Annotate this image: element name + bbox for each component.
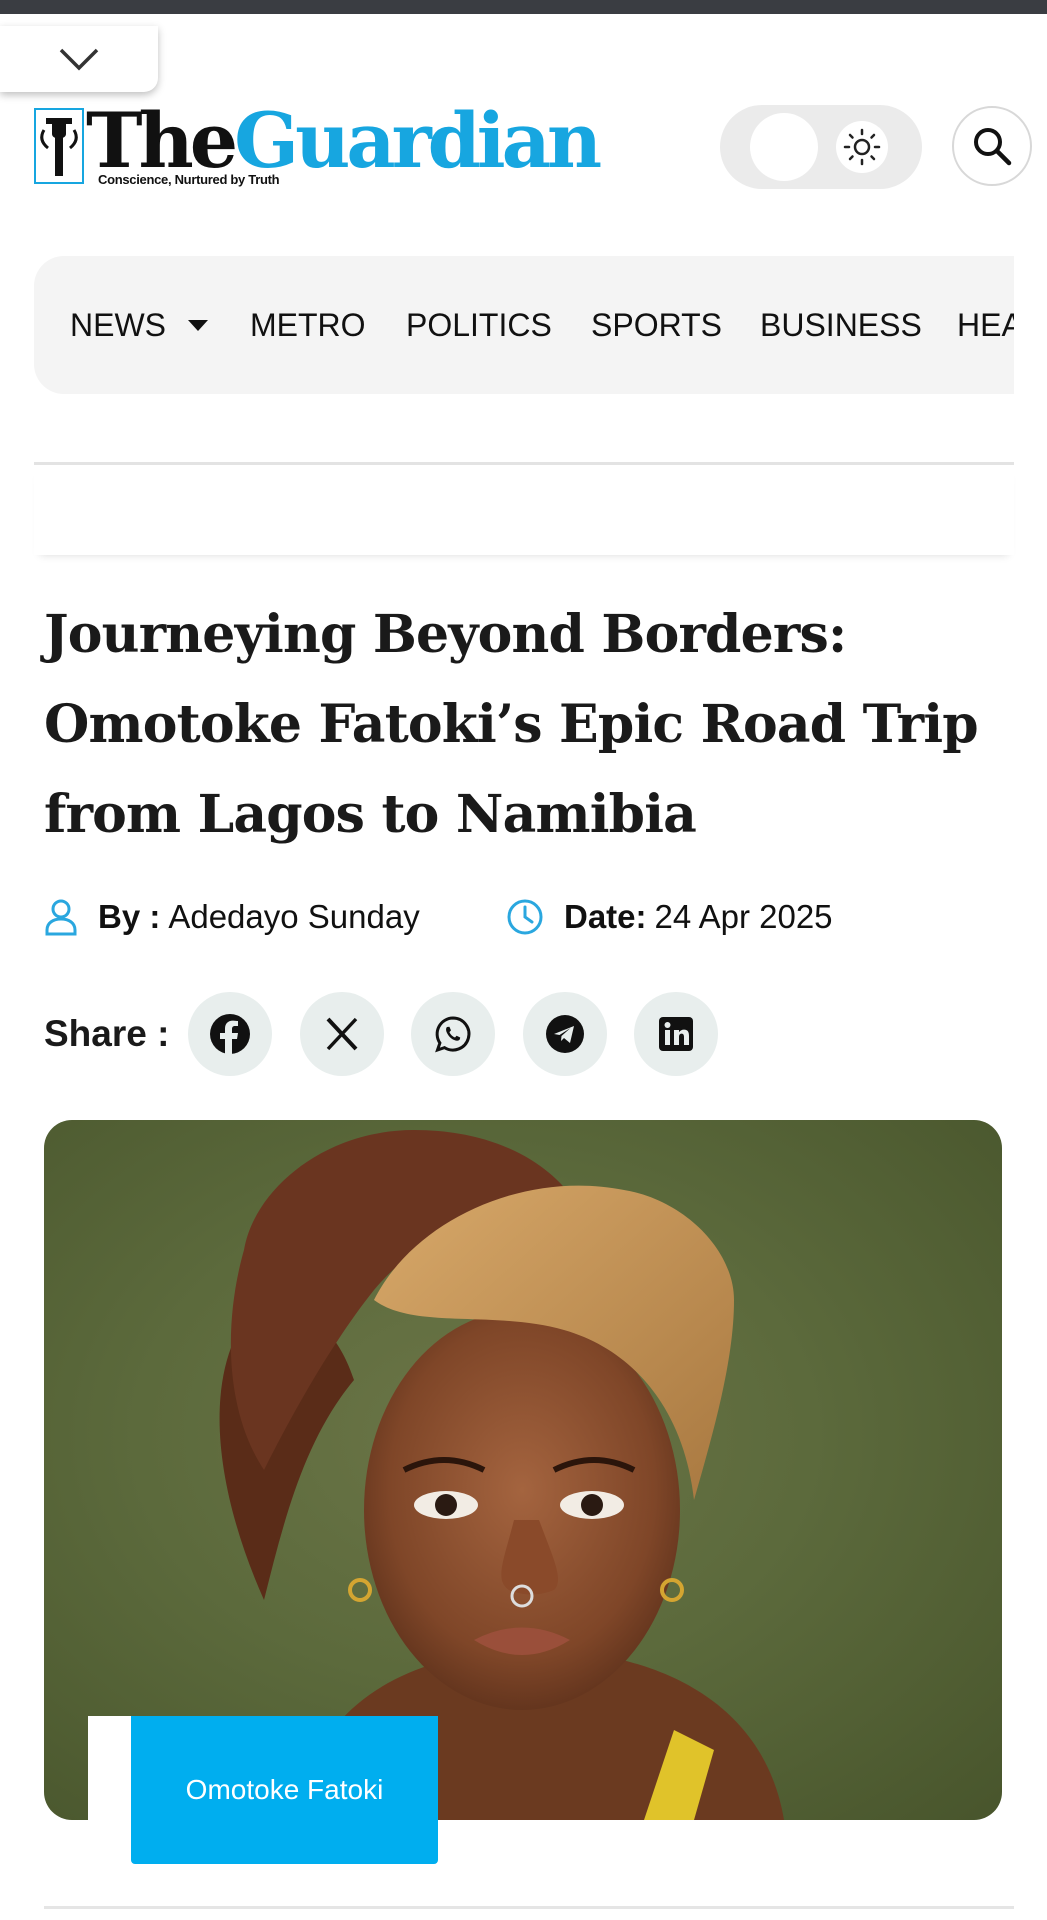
- toggle-knob: [750, 113, 818, 181]
- ad-placeholder: [34, 465, 1014, 555]
- share-x-button[interactable]: [300, 992, 384, 1076]
- site-logo[interactable]: TheGuardian Conscience, Nurtured by Trut…: [34, 96, 602, 192]
- nav-item-label: BUSINESS: [760, 306, 922, 343]
- share-bar: Share :: [44, 992, 944, 1076]
- nav-item-health[interactable]: HEA: [957, 256, 1014, 394]
- nav-item-label: NEWS: [70, 306, 166, 343]
- nav-item-sports[interactable]: SPORTS: [591, 256, 722, 394]
- main-nav: NEWS METRO POLITICS SPORTS BUSINESS HEA: [34, 256, 1014, 394]
- content-divider: [44, 1906, 1014, 1909]
- logo-guardian: Guardian: [234, 96, 602, 185]
- byline-label: By :: [98, 898, 161, 935]
- share-facebook-button[interactable]: [188, 992, 272, 1076]
- sun-icon: [836, 121, 888, 173]
- chevron-down-icon: [59, 48, 99, 71]
- x-icon: [326, 1017, 358, 1051]
- whatsapp-icon: [435, 1016, 471, 1053]
- date-label: Date:: [564, 898, 647, 935]
- nav-item-label: HEA: [957, 306, 1014, 343]
- nav-item-business[interactable]: BUSINESS: [760, 256, 922, 394]
- byline: By : Adedayo Sunday: [44, 890, 420, 944]
- author-name[interactable]: Adedayo Sunday: [168, 898, 419, 936]
- guardian-emblem-icon: [34, 108, 84, 184]
- date-value: 24 Apr 2025: [654, 898, 833, 935]
- logo-tagline: Conscience, Nurtured by Truth: [98, 172, 280, 187]
- article-meta: By : Adedayo Sunday Date: 24 Apr 2025: [44, 890, 1004, 944]
- theme-toggle[interactable]: [720, 105, 922, 189]
- nav-item-metro[interactable]: METRO: [250, 256, 366, 394]
- nav-item-politics[interactable]: POLITICS: [406, 256, 552, 394]
- share-telegram-button[interactable]: [523, 992, 607, 1076]
- nav-item-label: METRO: [250, 306, 366, 343]
- nav-item-label: POLITICS: [406, 306, 552, 343]
- collapse-header-button[interactable]: [0, 26, 158, 92]
- article-title: Journeying Beyond Borders: Omotoke Fatok…: [44, 604, 979, 845]
- user-icon: [45, 899, 77, 936]
- portrait-illustration: [219, 1130, 784, 1820]
- search-icon: [974, 128, 1012, 166]
- facebook-icon: [210, 1014, 250, 1054]
- publish-date: Date: 24 Apr 2025: [506, 890, 833, 944]
- linkedin-icon: [659, 1017, 693, 1051]
- search-button[interactable]: [952, 106, 1032, 186]
- caption-backing: [88, 1716, 132, 1820]
- clock-icon: [507, 899, 543, 935]
- share-label: Share :: [44, 1013, 170, 1054]
- nav-item-label: SPORTS: [591, 306, 722, 343]
- image-caption: Omotoke Fatoki: [131, 1716, 438, 1864]
- nav-item-news[interactable]: NEWS: [70, 256, 210, 394]
- share-linkedin-button[interactable]: [634, 992, 718, 1076]
- share-whatsapp-button[interactable]: [411, 992, 495, 1076]
- caret-down-icon: [188, 320, 208, 331]
- article-hero-image[interactable]: [44, 1120, 1002, 1820]
- telegram-icon: [546, 1015, 584, 1053]
- browser-top-bar: [0, 0, 1047, 14]
